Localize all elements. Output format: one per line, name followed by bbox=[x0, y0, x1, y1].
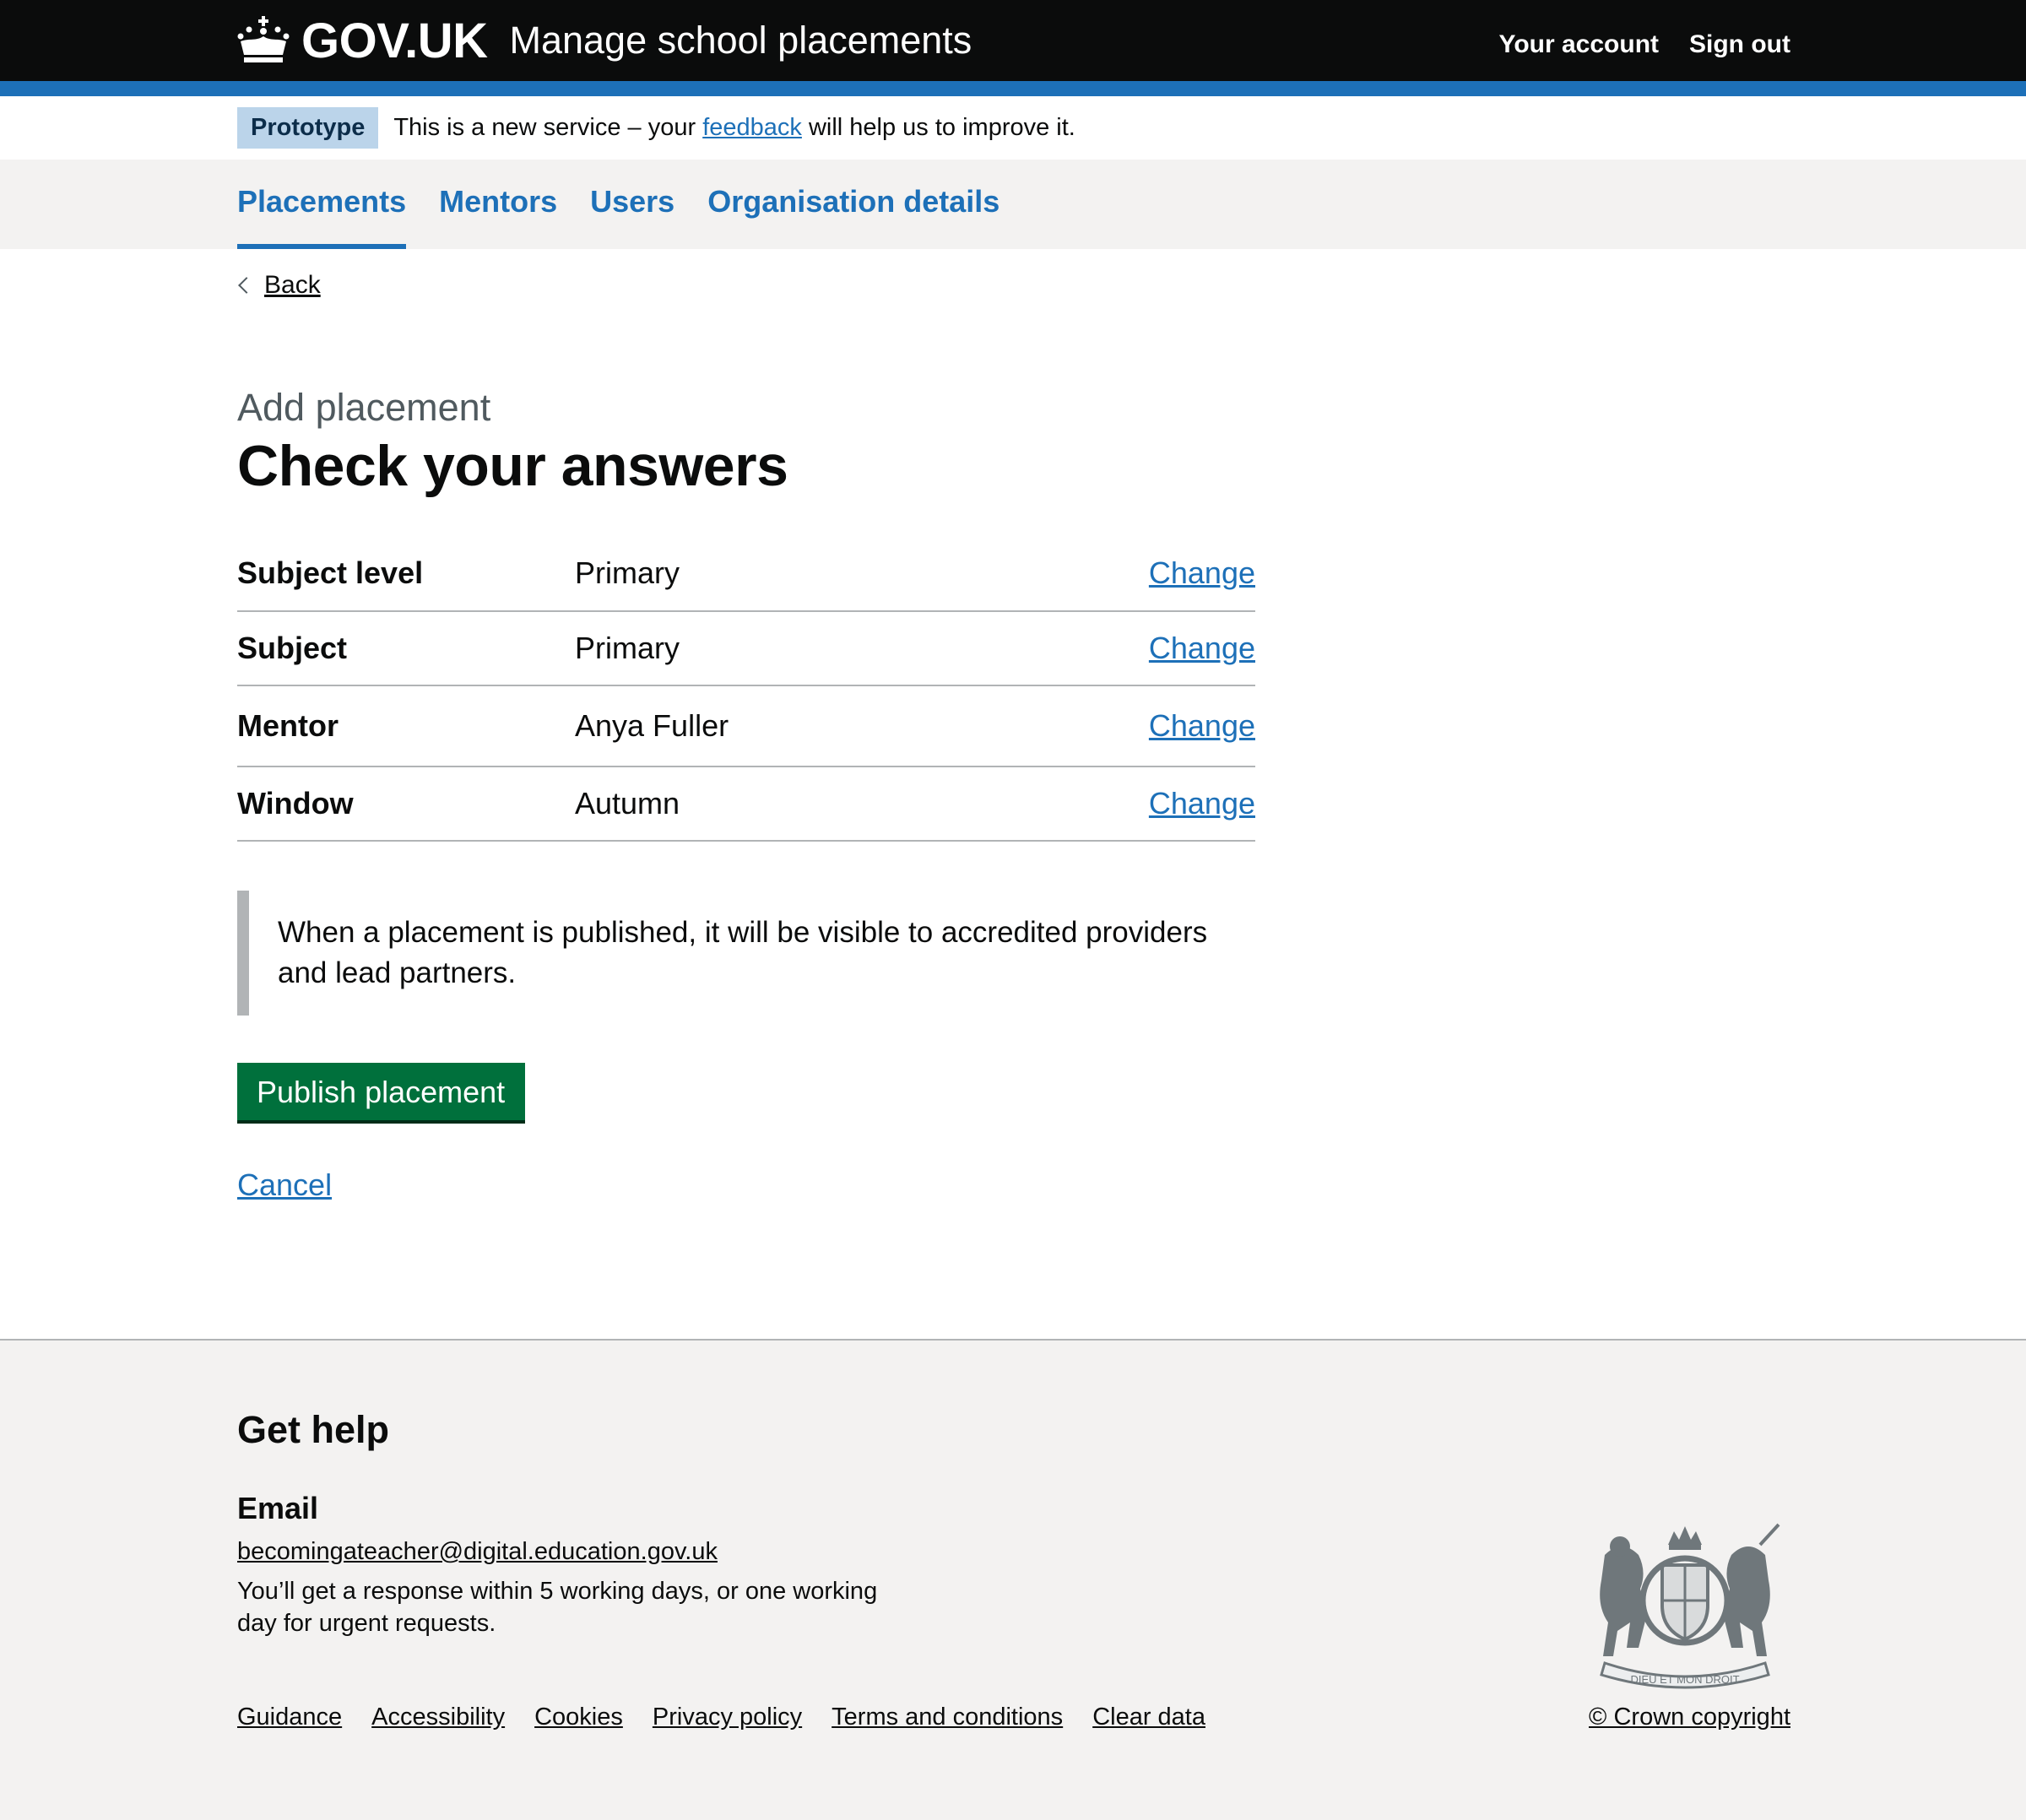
email-heading: Email bbox=[237, 1491, 319, 1525]
nav-organisation-details[interactable]: Organisation details bbox=[707, 160, 999, 249]
page-title: Check your answers bbox=[237, 434, 788, 498]
header-navigation: Your account Sign out bbox=[1499, 22, 1790, 59]
sign-out-link[interactable]: Sign out bbox=[1689, 30, 1790, 59]
summary-row-subject: Subject Primary Change bbox=[237, 612, 1255, 686]
footer-link-clear-data[interactable]: Clear data bbox=[1092, 1704, 1205, 1731]
nav-users[interactable]: Users bbox=[590, 160, 674, 249]
response-time-text: You’ll get a response within 5 working d… bbox=[237, 1578, 878, 1637]
footer-link-terms[interactable]: Terms and conditions bbox=[832, 1704, 1063, 1731]
summary-value: Autumn bbox=[575, 786, 680, 821]
footer-links: Guidance Accessibility Cookies Privacy p… bbox=[237, 1704, 1205, 1731]
footer-heading: Get help bbox=[237, 1408, 390, 1451]
chevron-left-icon bbox=[238, 277, 255, 294]
change-subject-level-link[interactable]: Change bbox=[1149, 555, 1255, 590]
feedback-link[interactable]: feedback bbox=[702, 114, 802, 141]
nav-placements[interactable]: Placements bbox=[237, 160, 407, 249]
site-footer: Get help Email becomingateacher@digital.… bbox=[0, 1339, 2026, 1820]
brand-name: GOV.UK bbox=[301, 13, 488, 68]
main-content: Back Add placement Check your answers Su… bbox=[237, 249, 1790, 1203]
your-account-link[interactable]: Your account bbox=[1499, 30, 1659, 59]
change-subject-link[interactable]: Change bbox=[1149, 631, 1255, 665]
header-blue-bar bbox=[0, 81, 2026, 96]
govuk-logo-link[interactable]: GOV.UK Manage school placements bbox=[237, 13, 972, 69]
prototype-tag: Prototype bbox=[237, 106, 379, 149]
change-window-link[interactable]: Change bbox=[1149, 786, 1255, 821]
change-mentor-link[interactable]: Change bbox=[1149, 708, 1255, 743]
nav-mentors[interactable]: Mentors bbox=[439, 160, 557, 249]
royal-coat-of-arms-icon: DIEU ET MON DROIT bbox=[1600, 1523, 1780, 1689]
summary-row-subject-level: Subject level Primary Change bbox=[237, 536, 1255, 612]
summary-key: Subject level bbox=[237, 555, 424, 590]
footer-link-privacy-policy[interactable]: Privacy policy bbox=[653, 1704, 802, 1731]
footer-link-guidance[interactable]: Guidance bbox=[237, 1704, 342, 1731]
summary-row-window: Window Autumn Change bbox=[237, 767, 1255, 842]
summary-row-mentor: Mentor Anya Fuller Change bbox=[237, 686, 1255, 767]
footer-link-accessibility[interactable]: Accessibility bbox=[371, 1704, 505, 1731]
phase-banner-text: This is a new service – your feedback wi… bbox=[393, 113, 1075, 141]
summary-value: Anya Fuller bbox=[575, 708, 729, 743]
crown-icon bbox=[237, 16, 290, 62]
inset-text: When a placement is published, it will b… bbox=[237, 891, 1255, 1016]
cancel-link[interactable]: Cancel bbox=[237, 1167, 1790, 1203]
summary-list: Subject level Primary Change Subject Pri… bbox=[237, 536, 1255, 842]
primary-navigation: Placements Mentors Users Organisation de… bbox=[0, 160, 2026, 249]
site-header: GOV.UK Manage school placements Your acc… bbox=[0, 0, 2026, 81]
phase-banner: Prototype This is a new service – your f… bbox=[0, 96, 2026, 160]
summary-key: Mentor bbox=[237, 708, 339, 743]
summary-value: Primary bbox=[575, 555, 680, 590]
footer-link-cookies[interactable]: Cookies bbox=[534, 1704, 623, 1731]
svg-text:DIEU ET MON DROIT: DIEU ET MON DROIT bbox=[1630, 1673, 1739, 1686]
page-caption: Add placement bbox=[237, 386, 491, 429]
crown-copyright-link[interactable]: © Crown copyright bbox=[1589, 1704, 1790, 1731]
back-link[interactable]: Back bbox=[237, 271, 321, 300]
summary-key: Subject bbox=[237, 631, 348, 665]
service-name[interactable]: Manage school placements bbox=[509, 19, 972, 62]
summary-value: Primary bbox=[575, 631, 680, 665]
summary-key: Window bbox=[237, 786, 354, 821]
support-email-link[interactable]: becomingateacher@digital.education.gov.u… bbox=[237, 1538, 718, 1566]
publish-placement-button[interactable]: Publish placement bbox=[237, 1063, 526, 1120]
